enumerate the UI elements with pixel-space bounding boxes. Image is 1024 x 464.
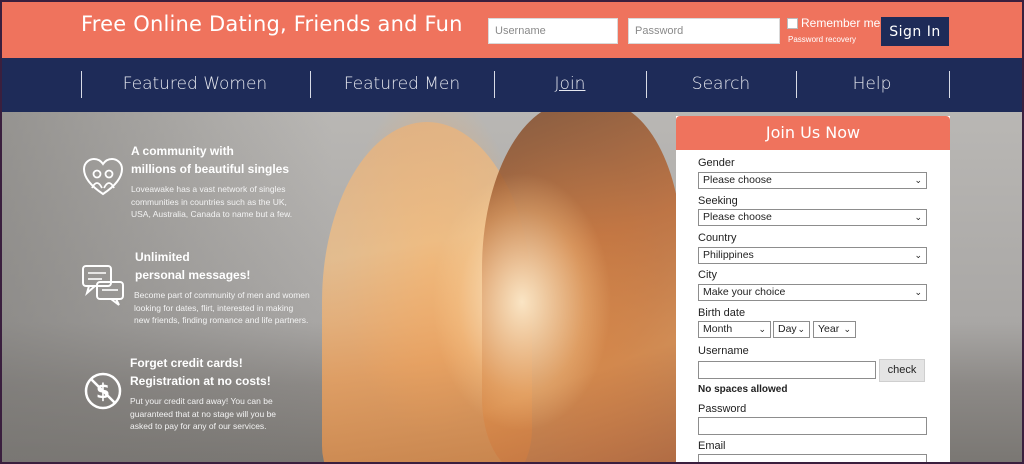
join-form-title: Join Us Now bbox=[676, 116, 950, 150]
birth-month-select[interactable]: Month ⌄ bbox=[698, 321, 771, 338]
hero-sunlight bbox=[432, 172, 612, 432]
seeking-select[interactable]: Please choose ⌄ bbox=[698, 209, 927, 226]
nav-divider bbox=[81, 71, 82, 98]
svg-text:$: $ bbox=[96, 379, 110, 403]
password-recovery-link[interactable]: Password recovery bbox=[788, 35, 856, 44]
password-label: Password bbox=[698, 403, 747, 415]
username-hint: No spaces allowed bbox=[698, 384, 788, 395]
join-email-input[interactable] bbox=[698, 454, 927, 462]
top-header: Free Online Dating, Friends and Fun Reme… bbox=[2, 2, 1022, 58]
username-input[interactable] bbox=[488, 18, 618, 44]
birth-day-select[interactable]: Day ⌄ bbox=[773, 321, 810, 338]
nav-divider bbox=[646, 71, 647, 98]
sign-in-button[interactable]: Sign In bbox=[881, 17, 949, 46]
feature-description: Become part of community of men and wome… bbox=[134, 290, 310, 325]
remember-me[interactable]: Remember me bbox=[787, 16, 880, 30]
chevron-down-icon: ⌄ bbox=[914, 175, 922, 185]
country-select[interactable]: Philippines ⌄ bbox=[698, 247, 927, 264]
country-label: Country bbox=[698, 232, 737, 244]
nav-divider bbox=[796, 71, 797, 98]
birth-year-select[interactable]: Year ⌄ bbox=[813, 321, 856, 338]
nav-divider bbox=[949, 71, 950, 98]
site-title: Free Online Dating, Friends and Fun bbox=[81, 12, 463, 36]
email-label: Email bbox=[698, 440, 726, 452]
no-dollar-icon: $ bbox=[84, 372, 122, 410]
remember-checkbox[interactable] bbox=[787, 17, 798, 29]
remember-label: Remember me bbox=[801, 16, 881, 30]
nav-featured-men[interactable]: Featured Men bbox=[319, 74, 485, 94]
main-nav: Featured Women Featured Men Join Search … bbox=[2, 58, 1022, 112]
username-label: Username bbox=[698, 345, 749, 357]
join-form: Join Us Now Gender Please choose ⌄ Seekin… bbox=[676, 116, 950, 462]
feature-description: Loveawake has a vast network of singles … bbox=[131, 184, 293, 219]
chevron-down-icon: ⌄ bbox=[758, 324, 766, 334]
chevron-down-icon: ⌄ bbox=[914, 287, 922, 297]
chevron-down-icon: ⌄ bbox=[914, 250, 922, 260]
feature-title: Unlimited personal messages! bbox=[135, 250, 251, 282]
nav-join[interactable]: Join bbox=[502, 74, 638, 94]
city-select[interactable]: Make your choice ⌄ bbox=[698, 284, 927, 301]
birthdate-label: Birth date bbox=[698, 307, 746, 319]
page-frame: Free Online Dating, Friends and Fun Reme… bbox=[2, 2, 1022, 462]
nav-divider bbox=[494, 71, 495, 98]
chevron-down-icon: ⌄ bbox=[797, 324, 805, 334]
gender-label: Gender bbox=[698, 157, 735, 169]
check-username-button[interactable]: check bbox=[879, 359, 925, 382]
feature-description: Put your credit card away! You can be gu… bbox=[130, 396, 277, 431]
join-username-input[interactable] bbox=[698, 361, 876, 379]
feature-title: Forget credit cards! Registration at no … bbox=[130, 356, 271, 388]
nav-featured-women[interactable]: Featured Women bbox=[101, 74, 289, 94]
couple-heart-icon bbox=[82, 157, 124, 196]
seeking-label: Seeking bbox=[698, 195, 738, 207]
chevron-down-icon: ⌄ bbox=[914, 212, 922, 222]
nav-divider bbox=[310, 71, 311, 98]
password-input[interactable] bbox=[628, 18, 780, 44]
nav-search[interactable]: Search bbox=[654, 74, 788, 94]
gender-select[interactable]: Please choose ⌄ bbox=[698, 172, 927, 189]
chevron-down-icon: ⌄ bbox=[843, 324, 851, 334]
nav-help[interactable]: Help bbox=[802, 74, 942, 94]
chat-bubbles-icon bbox=[82, 265, 124, 306]
city-label: City bbox=[698, 269, 717, 281]
join-password-input[interactable] bbox=[698, 417, 927, 435]
feature-title: A community with millions of beautiful s… bbox=[131, 144, 290, 176]
